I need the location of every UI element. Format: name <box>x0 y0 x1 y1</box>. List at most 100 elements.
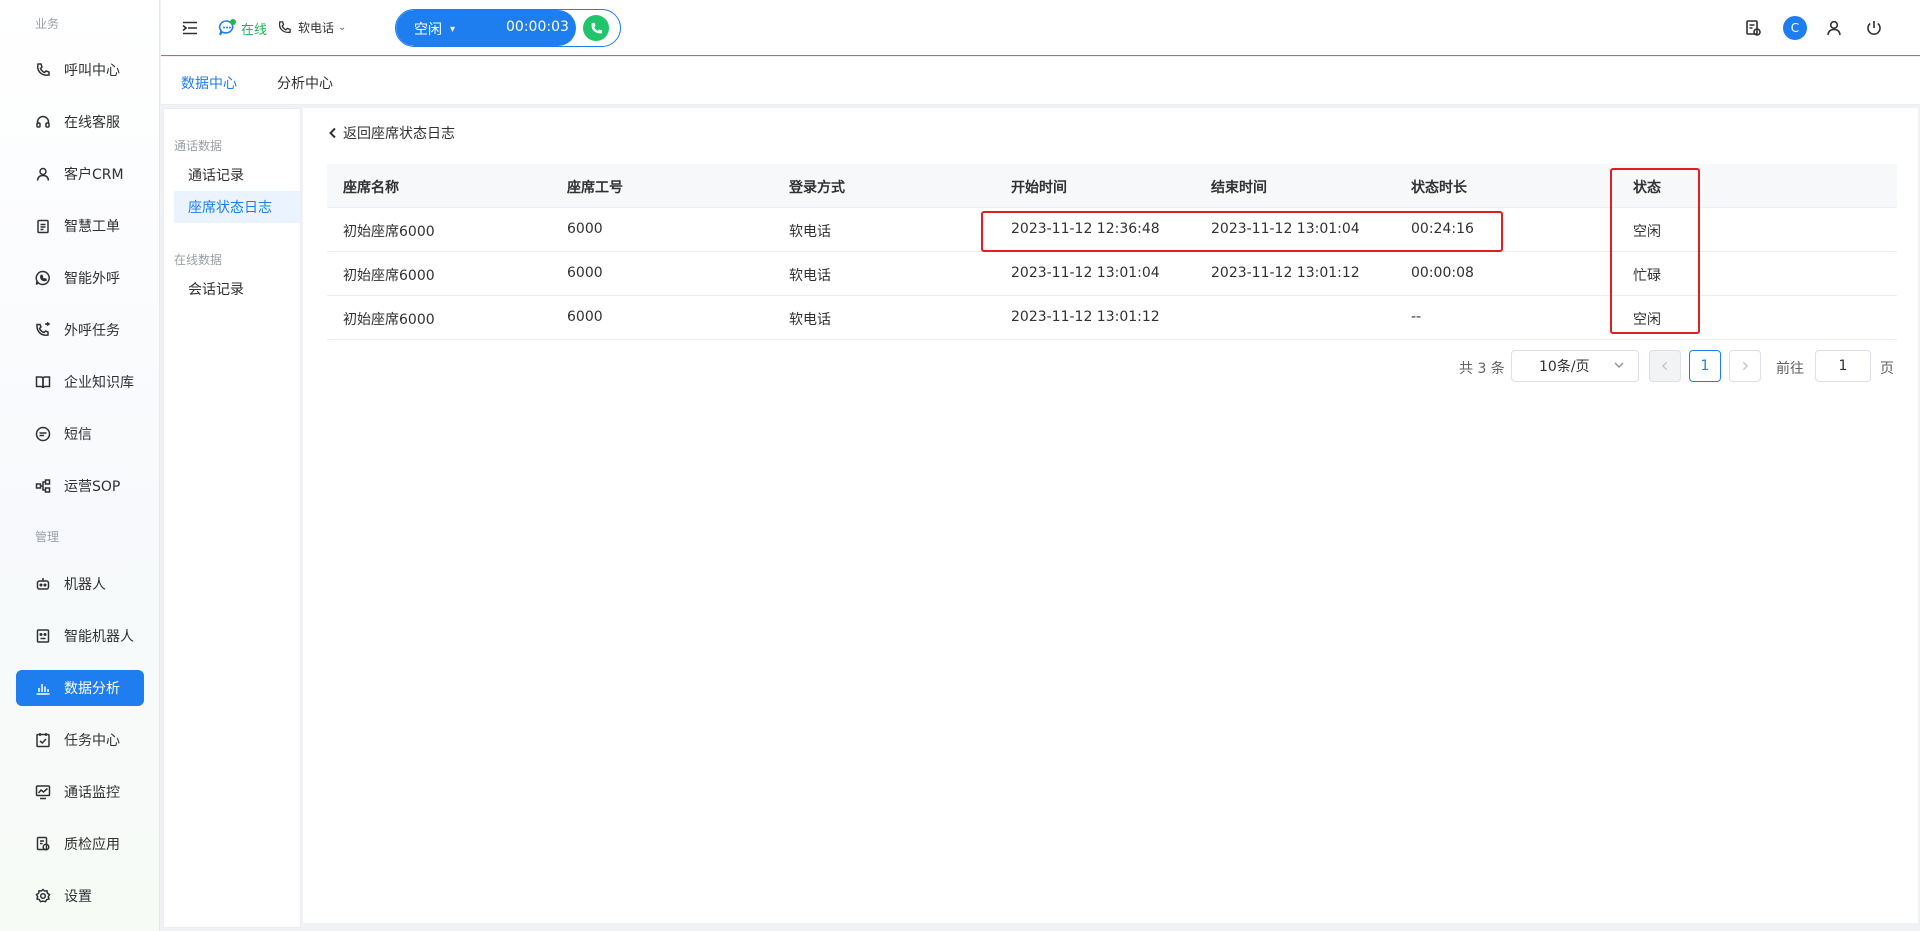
page-button[interactable]: 1 <box>1689 350 1721 382</box>
sidebar-item-task-center[interactable]: 任务中心 <box>16 722 144 758</box>
column-header[interactable]: 座席工号 <box>567 177 623 197</box>
power-icon[interactable] <box>1863 17 1885 39</box>
sidebar-item-label: 外呼任务 <box>64 323 120 339</box>
sms-icon <box>34 425 52 443</box>
column-header[interactable]: 结束时间 <box>1211 177 1267 197</box>
sidebar-item-sms[interactable]: 短信 <box>16 416 144 452</box>
cell-start-time: 2023-11-12 13:01:04 <box>1011 265 1160 281</box>
sidebar-item-label: 运营SOP <box>64 479 121 495</box>
sidebar-item-label: 呼叫中心 <box>64 63 120 79</box>
book-icon <box>34 373 52 391</box>
user-icon[interactable] <box>1823 17 1845 39</box>
submenu-group-call-data: 通话数据 <box>174 139 223 153</box>
notes-icon[interactable] <box>1742 17 1764 39</box>
sidebar-item-label: 质检应用 <box>64 837 120 853</box>
sidebar-item-data-analysis[interactable]: 数据分析 <box>16 670 144 706</box>
page-suffix: 页 <box>1880 361 1894 377</box>
top-nav: 数据中心 分析中心 <box>161 57 1920 105</box>
agent-state-label: 空闲 <box>414 22 442 38</box>
phone-mode-select[interactable]: 软电话 ⌄ <box>277 19 346 36</box>
sidebar-item-crm[interactable]: 客户CRM <box>16 156 144 192</box>
tab-data-center[interactable]: 数据中心 <box>181 73 237 93</box>
online-status[interactable]: 在线 <box>217 18 267 38</box>
sidebar-item-smart-outbound[interactable]: 智能外呼 <box>16 260 144 296</box>
cell-agent-name: 初始座席6000 <box>343 268 435 284</box>
sidebar-item-label: 数据分析 <box>64 681 120 697</box>
submenu-item-call-records[interactable]: 通话记录 <box>174 159 300 191</box>
next-page-button[interactable] <box>1729 350 1761 382</box>
sidebar-item-outbound-tasks[interactable]: 外呼任务 <box>16 312 144 348</box>
agent-state-pill[interactable]: 空闲 ▾ 00:00:03 <box>396 10 576 46</box>
goto-label: 前往 <box>1776 361 1804 377</box>
clipboard-icon <box>34 217 52 235</box>
state-timer: 00:00:03 <box>506 19 569 35</box>
cell-duration: -- <box>1411 309 1422 325</box>
call-status-bar: 空闲 ▾ 00:00:03 <box>395 9 621 47</box>
avatar[interactable]: C <box>1783 16 1807 40</box>
sidebar-item-call-monitor[interactable]: 通话监控 <box>16 774 144 810</box>
sidebar-item-call-center[interactable]: 呼叫中心 <box>16 52 144 88</box>
column-header[interactable]: 开始时间 <box>1011 177 1067 197</box>
bar-chart-icon <box>34 679 52 697</box>
sidebar-item-smart-robot[interactable]: 智能机器人 <box>16 618 144 654</box>
quality-icon <box>34 835 52 853</box>
page-size-value: 10条/页 <box>1539 359 1590 375</box>
sidebar-item-label: 在线客服 <box>64 115 120 131</box>
cell-login-method: 软电话 <box>789 224 831 240</box>
sidebar-item-online-service[interactable]: 在线客服 <box>16 104 144 140</box>
sidebar-item-robot[interactable]: 机器人 <box>16 566 144 602</box>
sub-menu: 通话数据 通话记录 座席状态日志 在线数据 会话记录 <box>163 108 301 928</box>
dial-button[interactable] <box>583 15 609 41</box>
page-size-select[interactable]: 10条/页 <box>1511 350 1639 382</box>
chevron-left-icon <box>329 127 336 139</box>
gear-icon <box>34 887 52 905</box>
column-header[interactable]: 座席名称 <box>343 177 399 197</box>
cell-agent-name: 初始座席6000 <box>343 224 435 240</box>
sidebar-item-label: 智能外呼 <box>64 271 120 287</box>
submenu-item-session-records[interactable]: 会话记录 <box>174 273 300 305</box>
cell-end-time: 2023-11-12 13:01:12 <box>1211 265 1360 281</box>
smart-robot-icon <box>34 627 52 645</box>
flow-icon <box>34 477 52 495</box>
sidebar-item-label: 智能机器人 <box>64 629 134 645</box>
submenu-group-online-data: 在线数据 <box>174 253 223 267</box>
sidebar-item-quality[interactable]: 质检应用 <box>16 826 144 862</box>
chevron-down-icon: ▾ <box>450 23 456 35</box>
main-content: 返回座席状态日志 座席名称 座席工号 登录方式 开始时间 结束时间 状态时长 状… <box>303 108 1918 923</box>
back-link-label: 返回座席状态日志 <box>343 126 455 142</box>
sidebar-item-label: 设置 <box>64 889 92 905</box>
sidebar-item-label: 通话监控 <box>64 785 120 801</box>
tab-analysis-center[interactable]: 分析中心 <box>277 73 333 93</box>
sidebar-item-label: 智慧工单 <box>64 219 120 235</box>
cell-duration: 00:00:08 <box>1411 265 1474 281</box>
cell-login-method: 软电话 <box>789 312 831 328</box>
column-header[interactable]: 登录方式 <box>789 177 845 197</box>
goto-page-input[interactable]: 1 <box>1815 350 1871 382</box>
chevron-right-icon <box>1742 361 1749 371</box>
sidebar-item-sop[interactable]: 运营SOP <box>16 468 144 504</box>
total-count: 共 3 条 <box>1459 361 1505 377</box>
submenu-item-agent-status-log[interactable]: 座席状态日志 <box>174 191 300 223</box>
phone-icon <box>278 21 291 34</box>
chat-status-icon <box>218 19 236 36</box>
phone-mode-label: 软电话 <box>298 21 335 35</box>
top-header: 在线 软电话 ⌄ 空闲 ▾ 00:00:03 C <box>161 0 1920 56</box>
menu-toggle-icon[interactable] <box>181 19 199 37</box>
cell-start-time: 2023-11-12 13:01:12 <box>1011 309 1160 325</box>
cell-login-method: 软电话 <box>789 268 831 284</box>
monitor-icon <box>34 783 52 801</box>
sidebar-item-knowledge-base[interactable]: 企业知识库 <box>16 364 144 400</box>
cell-agent-id: 6000 <box>567 265 603 281</box>
sidebar-item-label: 短信 <box>64 427 92 443</box>
chevron-left-icon <box>1661 361 1668 371</box>
sidebar-item-label: 客户CRM <box>64 167 124 183</box>
phone-forward-icon <box>34 321 52 339</box>
cell-agent-name: 初始座席6000 <box>343 312 435 328</box>
column-header[interactable]: 状态时长 <box>1411 177 1467 197</box>
sidebar-item-work-order[interactable]: 智慧工单 <box>16 208 144 244</box>
sidebar-item-settings[interactable]: 设置 <box>16 878 144 914</box>
prev-page-button[interactable] <box>1649 350 1681 382</box>
back-link[interactable]: 返回座席状态日志 <box>327 123 455 143</box>
chat-phone-icon <box>34 269 52 287</box>
user-icon <box>34 165 52 183</box>
